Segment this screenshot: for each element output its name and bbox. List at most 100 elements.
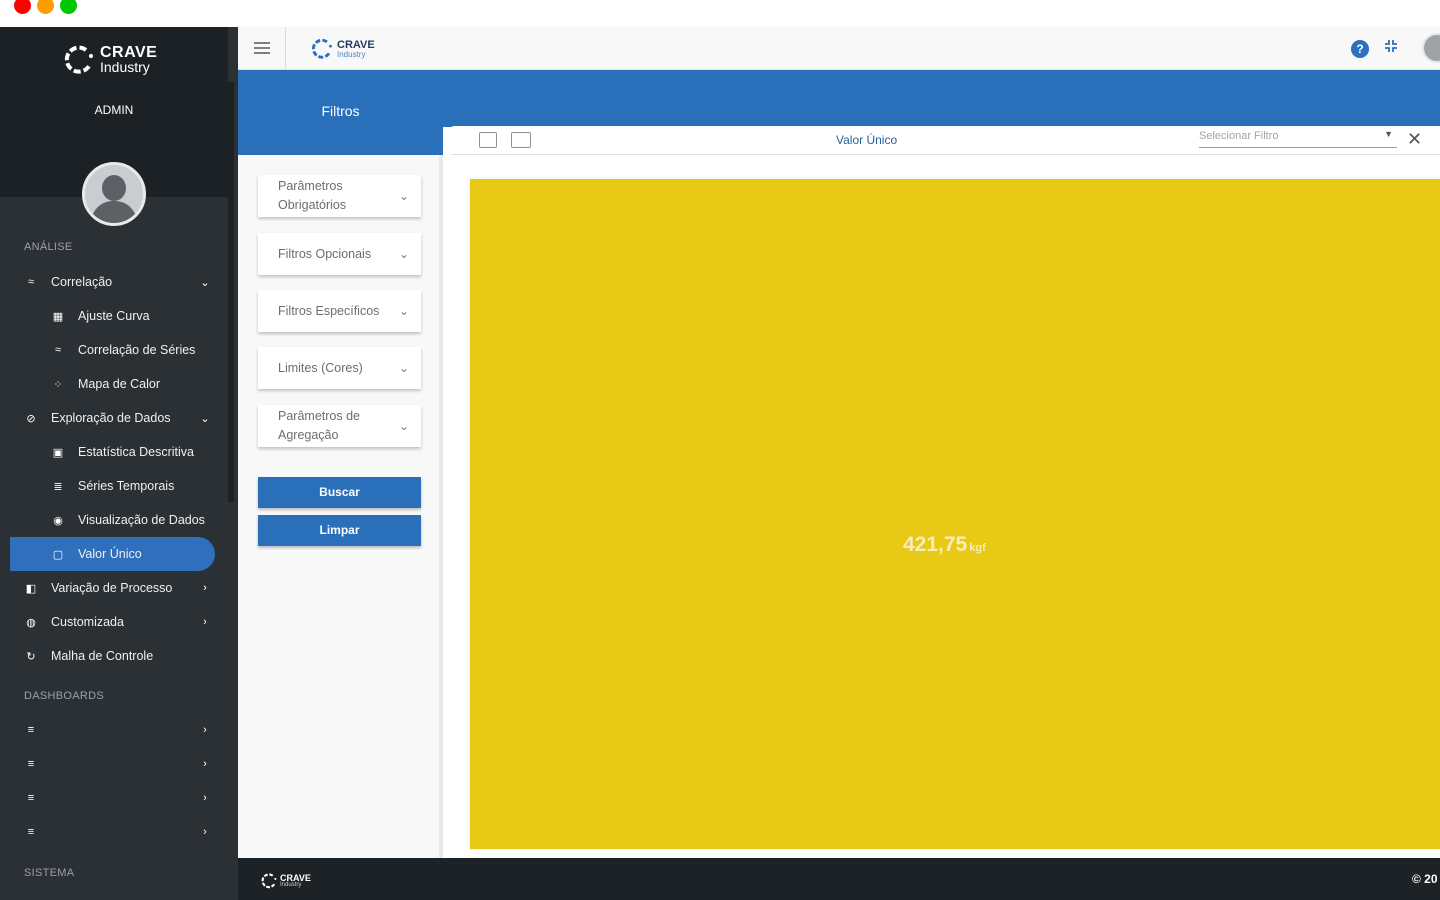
process-variation-icon: ◧ [25,582,37,595]
sidebar-item-label: Malha de Controle [51,649,154,663]
sidebar-item-label: Correlação [51,275,113,289]
sidebar-item-correlacao[interactable]: ≈ Correlação ⌄ [10,265,215,299]
correlation-icon: ≈ [54,344,62,356]
chevron-down-icon: ⌄ [398,360,410,375]
section-label-dashboards: DASHBOARDS [24,690,105,702]
user-role: ADMIN [94,103,134,117]
accordion-filtros-opcionais[interactable]: Filtros Opcionais ⌄ [258,233,421,275]
menu-icon[interactable] [254,42,270,57]
sidebar-item-malha[interactable]: ↻ Malha de Controle [10,639,215,673]
footer-logo-subname: Industry [280,881,302,888]
crave-logo-icon [312,38,332,59]
list-icon: ≡ [27,758,35,770]
accordion-label: Parâmetros de Agregação [278,409,360,442]
sync-icon: ↻ [26,650,36,663]
sidebar-item-dashboard[interactable]: ≡ › [10,815,215,849]
search-button[interactable]: Buscar [258,477,421,508]
section-label-system: SISTEMA [24,867,75,879]
header-logo-subname: Industry [337,49,366,59]
sidebar-item-label: Séries Temporais [78,479,175,493]
list-icon: ≡ [27,724,35,736]
accordion-parametros-obrigatorios[interactable]: Parâmetros Obrigatórios ⌄ [258,175,421,217]
sidebar-item-correlacao-series[interactable]: ≈ Correlação de Séries [10,333,215,367]
eye-icon: ◉ [53,514,63,527]
brand-logo[interactable]: CRAVE Industry [62,43,157,77]
sidebar-item-visualizacao[interactable]: ◉ Visualização de Dados [10,503,215,537]
sidebar-item-dashboard[interactable]: ≡ › [10,713,215,747]
accordion-filtros-especificos[interactable]: Filtros Específicos ⌄ [258,290,421,332]
filters-panel: Filtros Parâmetros Obrigatórios ⌄ Filtro… [238,70,443,860]
list-icon: ≡ [27,792,35,804]
maximize-window-button[interactable] [60,0,77,14]
sidebar-item-dashboard[interactable]: ≡ › [10,747,215,781]
sidebar-item-label: Correlação de Séries [78,343,196,357]
chevron-down-icon: ⌄ [398,418,410,433]
compass-icon: ⊘ [26,412,36,425]
single-value-icon: ▢ [52,548,64,561]
correlation-icon: ≈ [27,276,35,288]
single-value-tile: 421,75 kgf [470,179,1440,849]
content-area: 421,75 kgf [451,155,1440,860]
sidebar-item-label: Customizada [51,615,124,629]
accordion-label: Parâmetros Obrigatórios [278,179,347,212]
accordion-limites-cores[interactable]: Limites (Cores) ⌄ [258,347,421,389]
filter-select-placeholder: Selecionar Filtro [1199,130,1279,142]
sidebar-item-dashboard[interactable]: ≡ › [10,781,215,815]
chevron-right-icon: › [203,616,207,628]
sidebar-scrollbar[interactable] [228,82,234,502]
accordion-label: Filtros Específicos [278,303,380,318]
sidebar-item-label: Valor Único [78,547,142,561]
footer-copyright: © 20 [1412,872,1438,886]
image-icon[interactable] [511,132,531,148]
header-logo-name: CRAVE [337,38,375,51]
palette-icon: ◍ [26,616,36,629]
window-titlebar [0,0,1440,27]
close-icon[interactable]: ✕ [1407,129,1422,149]
chevron-right-icon: › [203,792,207,804]
heatmap-icon: ⁘ [53,378,63,391]
accordion-parametros-agregacao[interactable]: Parâmetros de Agregação ⌄ [258,405,421,447]
avatar[interactable] [82,162,146,226]
sidebar-item-ajuste-curva[interactable]: ▦ Ajuste Curva [10,299,215,333]
compress-icon[interactable] [1384,39,1398,56]
footer: CRAVE Industry © 20 [238,858,1440,900]
brand-subname: Industry [100,59,150,75]
curve-fit-icon: ▦ [52,310,64,323]
filter-select[interactable]: Selecionar Filtro ▼ [1199,128,1397,148]
help-icon[interactable]: ? [1351,40,1369,58]
copy-icon[interactable] [479,132,497,148]
crave-logo-icon [64,45,93,74]
user-avatar[interactable] [1422,33,1440,63]
sidebar: CRAVE Industry ADMIN ANÁLISE ≈ Correlaçã… [0,27,238,900]
chevron-down-icon: ⌄ [398,188,410,203]
chevron-down-icon: ⌄ [398,303,410,318]
chevron-right-icon: › [203,826,207,838]
sidebar-item-label: Mapa de Calor [78,377,160,391]
minimize-window-button[interactable] [37,0,54,14]
header-logo[interactable]: CRAVE Industry [310,37,375,61]
single-value-number: 421,75 [903,533,968,556]
footer-logo: CRAVE Industry [260,872,311,890]
section-label-analysis: ANÁLISE [24,241,73,253]
sidebar-item-label: Variação de Processo [51,581,173,595]
sidebar-item-variacao[interactable]: ◧ Variação de Processo › [10,571,215,605]
page-title: Valor Único [836,133,898,147]
sidebar-item-series-temporais[interactable]: ≣ Séries Temporais [10,469,215,503]
sidebar-item-estatistica[interactable]: ▣ Estatística Descritiva [10,435,215,469]
close-window-button[interactable] [14,0,31,14]
sidebar-item-label: Estatística Descritiva [78,445,195,459]
filters-title: Filtros [238,70,443,155]
sidebar-item-valor-unico[interactable]: ▢ Valor Único [10,537,215,571]
crave-logo-icon [261,873,277,889]
top-header: CRAVE Industry ? [238,27,1440,70]
sidebar-item-label: Ajuste Curva [78,309,150,323]
list-icon: ≡ [27,826,35,838]
sidebar-item-customizada[interactable]: ◍ Customizada › [10,605,215,639]
sidebar-item-exploracao[interactable]: ⊘ Exploração de Dados ⌄ [10,401,215,435]
timeseries-icon: ≣ [53,480,63,493]
chevron-right-icon: › [203,582,207,594]
clear-button[interactable]: Limpar [258,515,421,546]
sidebar-item-label: Exploração de Dados [51,411,171,425]
sidebar-item-mapa-calor[interactable]: ⁘ Mapa de Calor [10,367,215,401]
statistics-icon: ▣ [52,446,64,459]
